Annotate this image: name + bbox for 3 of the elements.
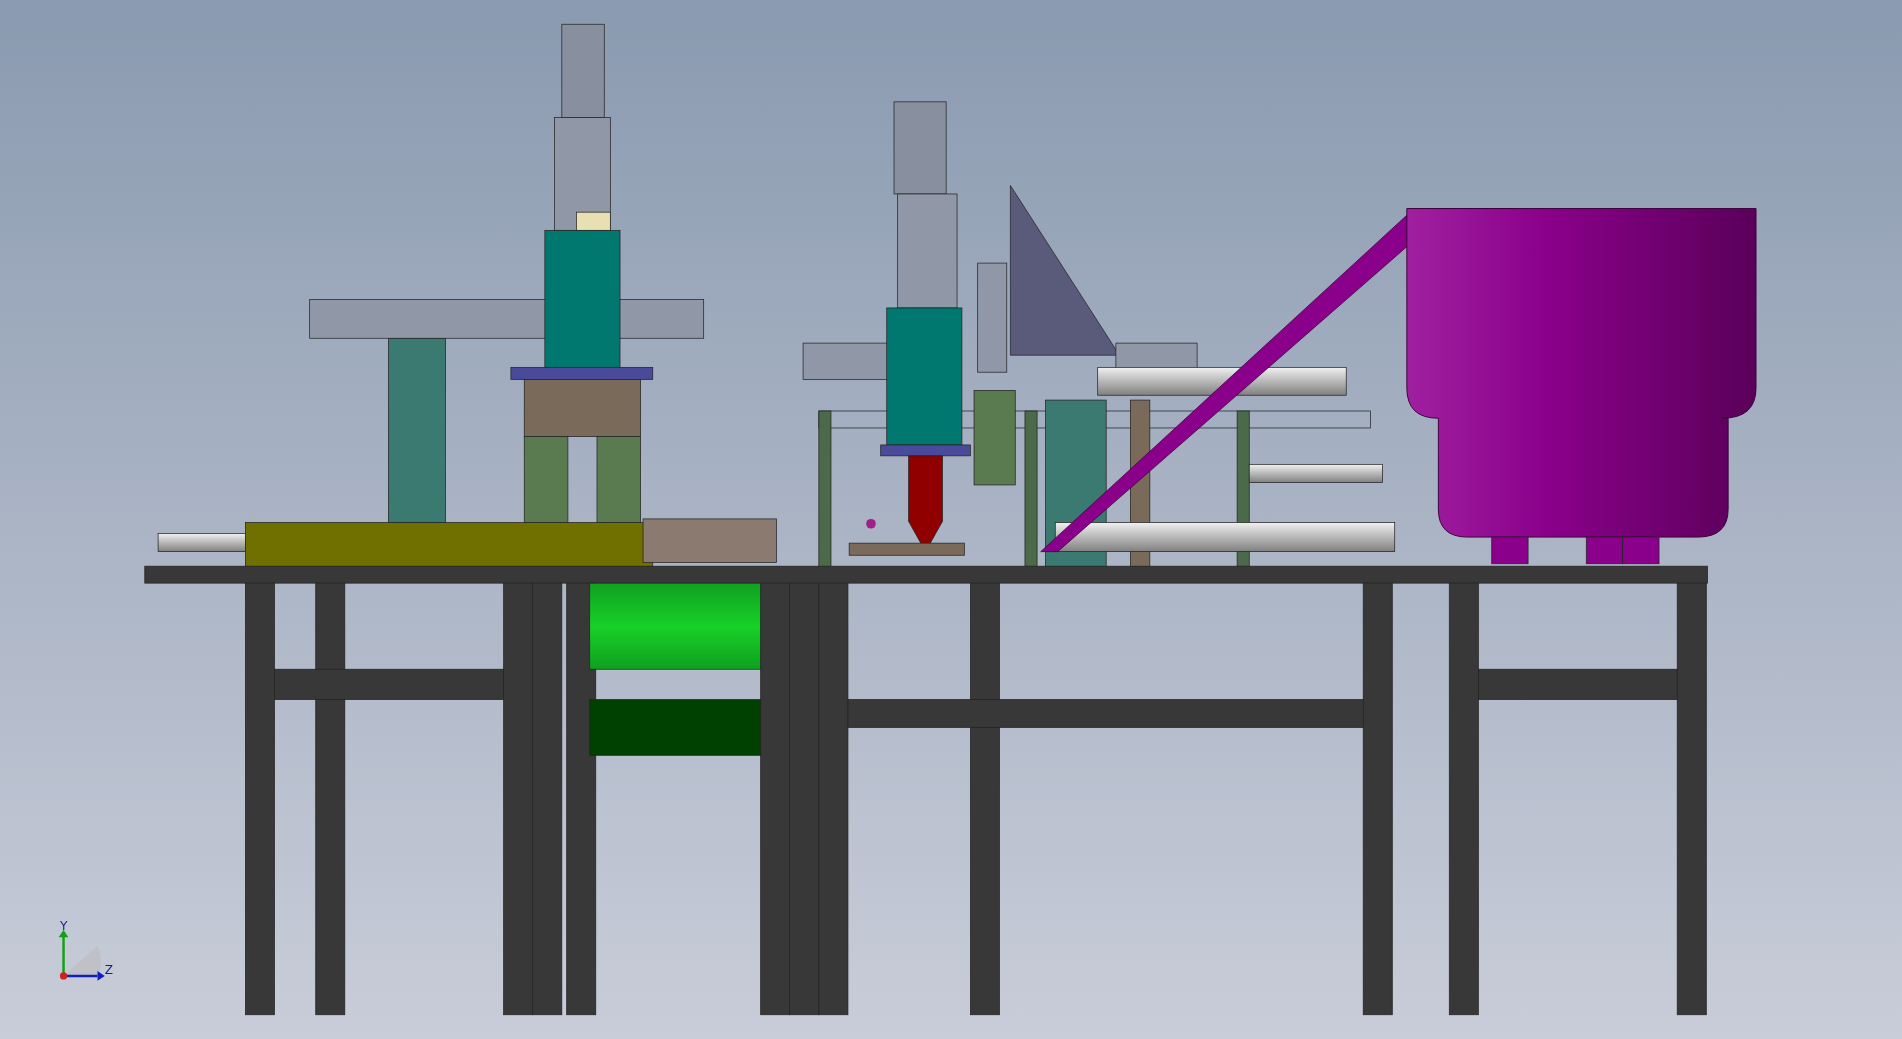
axis-triad-icon bbox=[58, 929, 105, 981]
axis-label: Y bbox=[59, 918, 68, 933]
axis-label: Z bbox=[104, 962, 114, 977]
